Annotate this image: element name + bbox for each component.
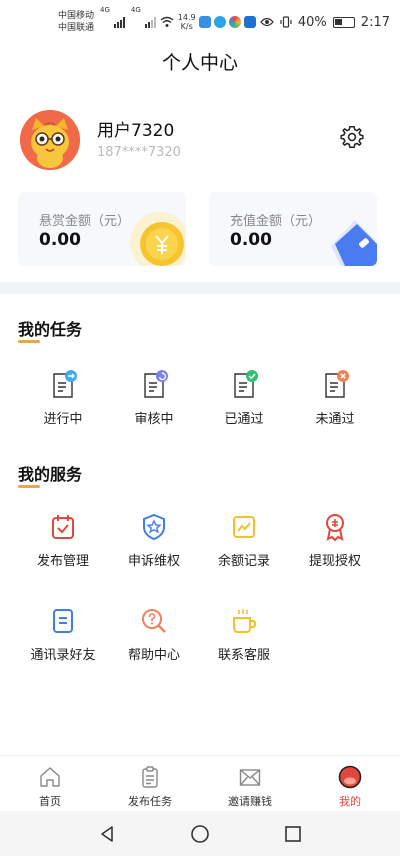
service-label: 通讯录好友 [30,648,96,663]
service-label: 余额记录 [217,554,270,569]
app-notification-icon-3 [228,16,241,28]
task-in-progress[interactable]: 进行中 [18,370,108,427]
tab-mine[interactable]: 我的 [300,756,400,811]
my-services-underline [18,485,40,488]
reward-amount-value: 0.00 [39,230,81,250]
phone-number: 187****7320 [97,145,181,160]
tab-label: 邀请赚钱 [228,795,272,808]
recents-square-icon[interactable] [283,824,303,844]
recharge-amount-value: 0.00 [230,230,272,250]
task-label: 未通过 [315,412,355,427]
wifi-icon [160,16,174,27]
doc-review-icon [144,370,168,398]
avatar[interactable] [20,110,80,170]
reward-amount-card[interactable]: 悬赏金额（元） 0.00 [18,192,186,266]
service-appeal[interactable]: 申诉维权 [109,512,199,569]
carrier-info: 中国移动 中国联通 [58,10,94,34]
page-title: 个人中心 [161,52,238,74]
network-type-2: 4G [130,6,141,14]
tab-home[interactable]: 首页 [0,756,100,811]
signal-icon-2 [144,16,156,28]
gear-icon[interactable] [339,124,365,150]
coffee-cup-icon [233,609,257,633]
tab-label: 首页 [39,795,61,808]
network-type-1: 4G [100,6,110,14]
my-tasks-underline [18,340,40,343]
tab-label: 发布任务 [128,795,172,808]
service-label: 申诉维权 [127,554,180,569]
task-rejected[interactable]: 未通过 [290,370,380,427]
trend-chart-icon [233,516,255,538]
clipboard-icon [142,766,158,788]
back-icon[interactable] [97,824,117,844]
shield-star-icon [143,513,165,541]
service-label: 提现授权 [308,554,361,569]
tab-label: 我的 [339,795,361,808]
bottom-tab-bar: 首页 发布任务 邀请赚钱 我的 [0,755,400,811]
task-label: 进行中 [43,412,83,427]
help-search-icon [142,609,166,633]
app-notification-icon-2 [213,16,226,28]
task-label: 已通过 [224,412,264,427]
service-label: 帮助中心 [127,648,180,663]
status-bar: 中国移动 中国联通 4G 4G 14.9 K/s 40% 2:17 [0,0,400,44]
vibrate-icon [280,16,292,28]
task-approved[interactable]: 已通过 [199,370,289,427]
recharge-amount-label: 充值金额（元） [230,214,322,229]
service-help-center[interactable]: 帮助中心 [109,606,199,663]
carrier-1: 中国移动 [58,11,95,21]
app-notification-icon [198,16,211,28]
doc-approved-icon [234,370,258,398]
task-under-review[interactable]: 审核中 [109,370,199,427]
reward-amount-label: 悬赏金额（元） [39,214,131,229]
mail-icon [239,769,261,786]
system-navigation-bar [0,811,400,856]
service-contact-support[interactable]: 联系客服 [199,606,289,663]
contacts-note-icon [53,609,73,633]
wallet-icon [331,220,377,266]
home-icon [40,767,60,787]
home-circle-icon[interactable] [190,824,210,844]
carrier-2: 中国联通 [58,23,95,33]
eye-icon [260,17,274,27]
tab-publish-task[interactable]: 发布任务 [100,756,200,811]
calendar-check-icon [52,515,74,539]
coin-icon [130,212,186,266]
battery-icon [332,16,355,28]
username: 用户7320 [97,121,175,141]
service-balance-records[interactable]: 余额记录 [199,512,289,569]
clock: 2:17 [360,14,390,30]
doc-in-progress-icon [53,370,77,398]
cat-avatar-icon [20,110,80,170]
speed-value: 14.9 [177,13,196,22]
profile-face-icon [338,765,362,789]
battery-percent: 40% [297,14,327,30]
recharge-amount-card[interactable]: 充值金额（元） 0.00 [209,192,377,266]
speed-unit: K/s [180,22,193,31]
app-notification-icon-4 [243,16,256,28]
service-contacts-friends[interactable]: 通讯录好友 [18,606,108,663]
service-label: 发布管理 [36,554,89,569]
my-tasks-title: 我的任务 [18,320,83,339]
my-services-title: 我的服务 [18,465,83,484]
tab-invite-earn[interactable]: 邀请赚钱 [200,756,300,811]
task-label: 审核中 [134,412,174,427]
signal-icon [113,16,125,28]
service-label: 联系客服 [217,648,270,663]
doc-rejected-icon [325,370,349,398]
award-ribbon-icon [326,514,344,542]
section-divider [0,282,400,294]
network-speed: 14.9 K/s [178,13,196,31]
service-withdraw-authorization[interactable]: 提现授权 [290,512,380,569]
service-publish-management[interactable]: 发布管理 [18,512,108,569]
status-right: 40% 2:17 [260,15,390,30]
